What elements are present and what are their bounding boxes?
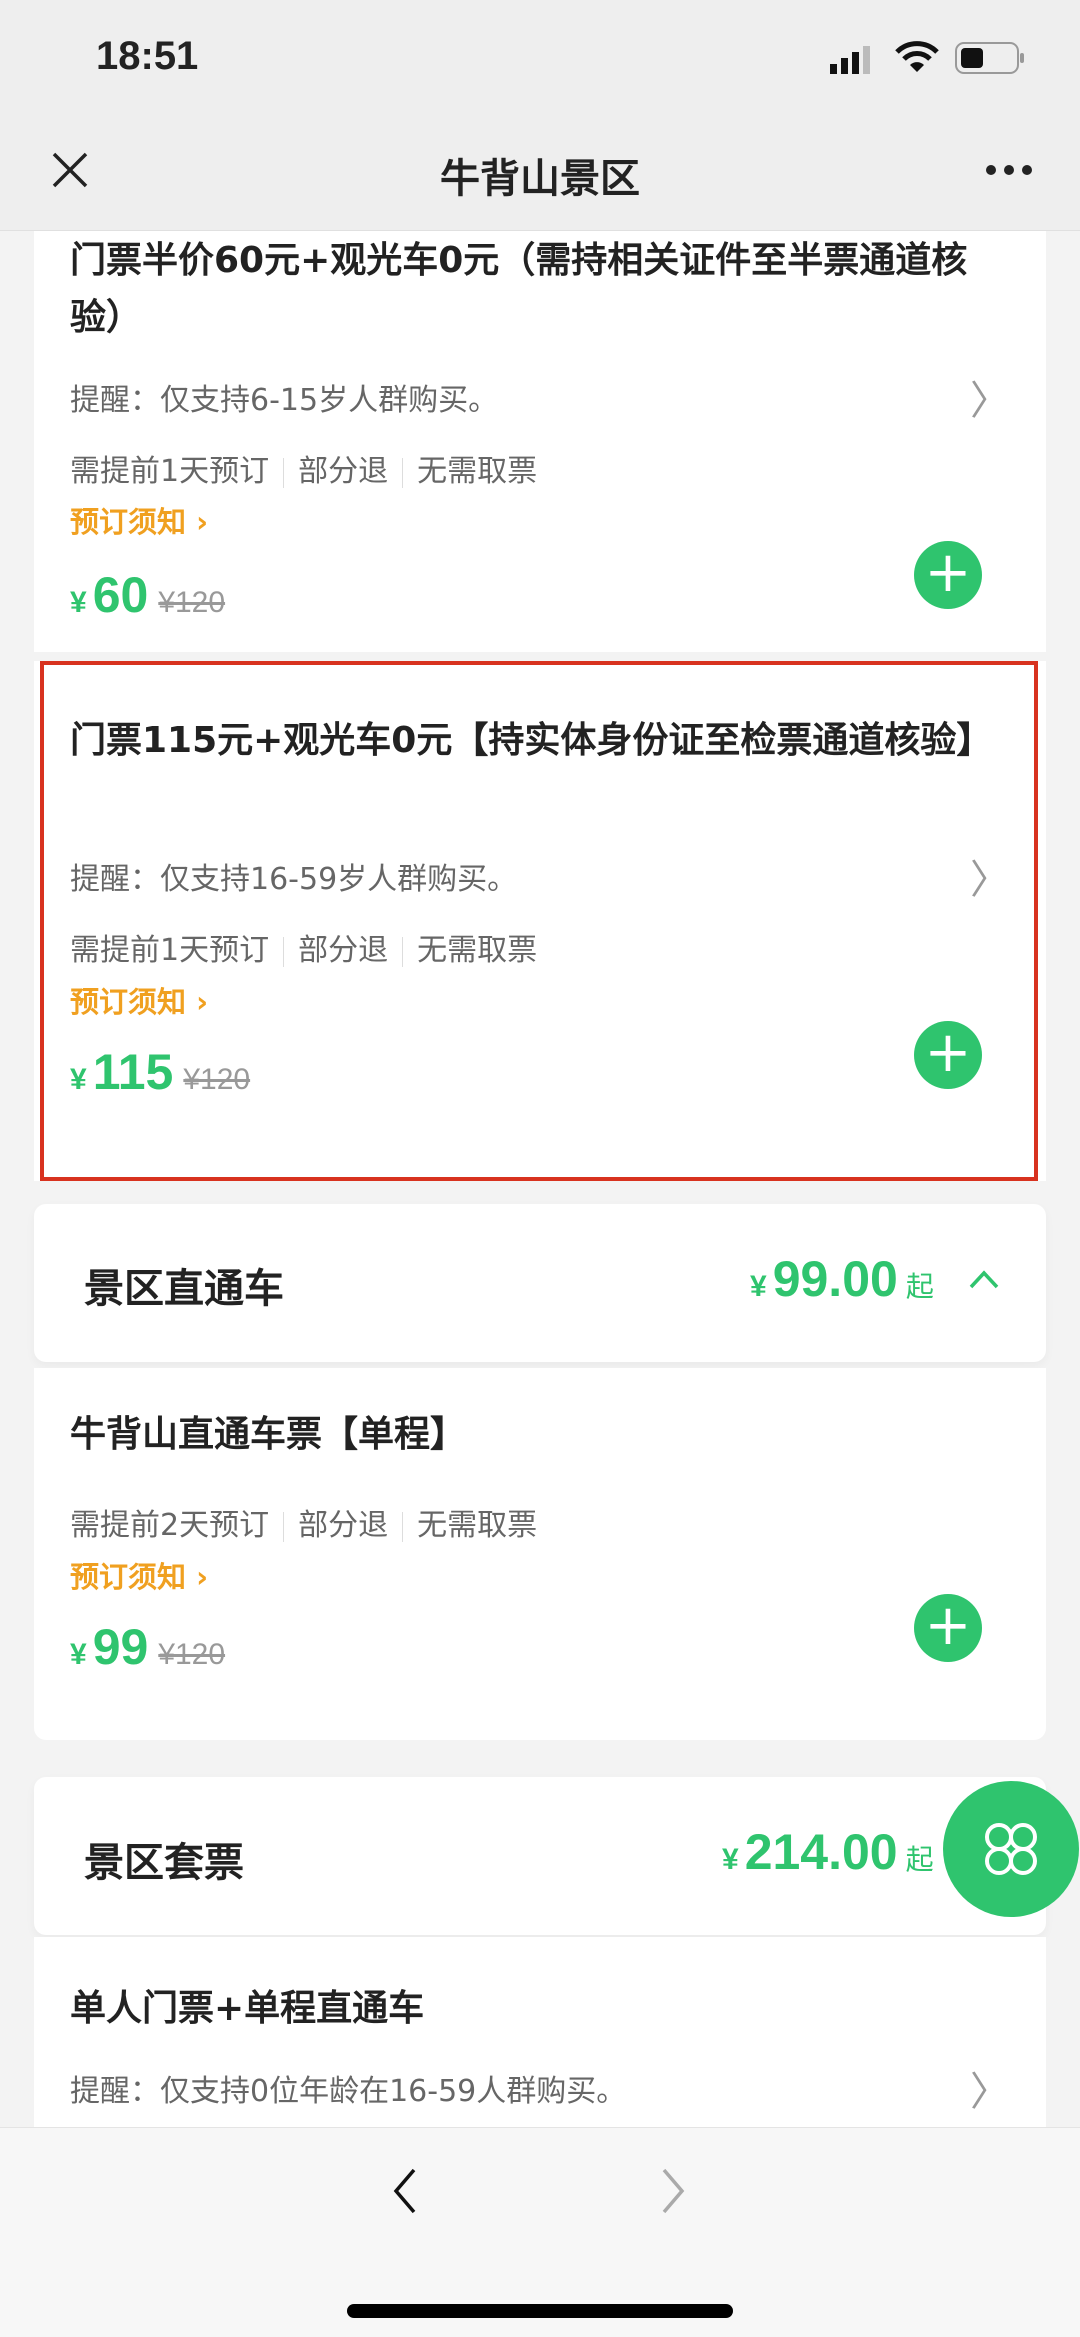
home-indicator [347, 2304, 733, 2318]
chevron-right-icon[interactable]: 〉 [970, 2059, 1010, 2117]
ticket-title: 单人门票+单程直通车 [70, 1988, 425, 2029]
section-price: ¥99.00 起 [750, 1251, 934, 1307]
ticket-title: 门票115元+观光车0元【持实体身份证至检票通道核验】 [70, 720, 993, 761]
section-price: ¥214.00 起 [722, 1824, 934, 1880]
section-title: 景区直通车 [84, 1266, 284, 1312]
status-and-nav-bar: 18:51 牛背山景区 [0, 0, 1080, 231]
chevron-right-icon[interactable]: 〉 [970, 847, 1010, 905]
forward-button[interactable] [658, 2166, 688, 2220]
page-title: 牛背山景区 [440, 156, 640, 202]
more-icon [986, 165, 1032, 175]
chevron-right-icon [662, 2168, 685, 2214]
back-button[interactable] [390, 2166, 420, 2220]
ticket-price: ¥60 ¥120 [70, 567, 226, 623]
status-time: 18:51 [96, 34, 199, 78]
battery-icon [955, 42, 1025, 78]
ticket-title: 门票半价60元+观光车0元（需持相关证件至半票通道核验） [70, 240, 968, 338]
chevron-left-icon [393, 2168, 416, 2214]
section-title: 景区套票 [84, 1840, 244, 1886]
ticket-reminder: 提醒：仅支持0位年龄在16-59人群购买。 [70, 2074, 627, 2109]
clover-icon [985, 1823, 1037, 1875]
ticket-reminder: 提醒：仅支持16-59岁人群购买。 [70, 862, 518, 897]
signal-icon [830, 46, 876, 78]
ticket-price: ¥99 ¥120 [70, 1619, 226, 1675]
add-ticket-button[interactable]: + [914, 1594, 982, 1662]
ticket-reminder: 提醒：仅支持6-15岁人群购买。 [70, 383, 499, 418]
ticket-tags: 需提前2天预订 部分退 无需取票 [70, 1508, 538, 1543]
chevron-right-icon[interactable]: 〉 [970, 368, 1010, 426]
add-ticket-button[interactable]: + [914, 1021, 982, 1089]
ticket-tags: 需提前1天预订 部分退 无需取票 [70, 933, 538, 968]
ticket-tags: 需提前1天预订 部分退 无需取票 [70, 454, 538, 489]
more-button[interactable] [985, 162, 1033, 181]
booking-notice-link[interactable]: 预订须知 › [70, 499, 208, 541]
booking-notice-link[interactable]: 预订须知 › [70, 979, 208, 1021]
bottom-toolbar [0, 2127, 1080, 2337]
wifi-icon [895, 40, 939, 78]
ticket-price: ¥115 ¥120 [70, 1044, 251, 1100]
add-ticket-button[interactable]: + [914, 541, 982, 609]
chevron-up-icon[interactable] [968, 1268, 1000, 1294]
booking-notice-link[interactable]: 预订须知 › [70, 1554, 208, 1596]
ticket-title: 牛背山直通车票【单程】 [70, 1414, 467, 1455]
menu-fab-button[interactable] [943, 1781, 1079, 1917]
